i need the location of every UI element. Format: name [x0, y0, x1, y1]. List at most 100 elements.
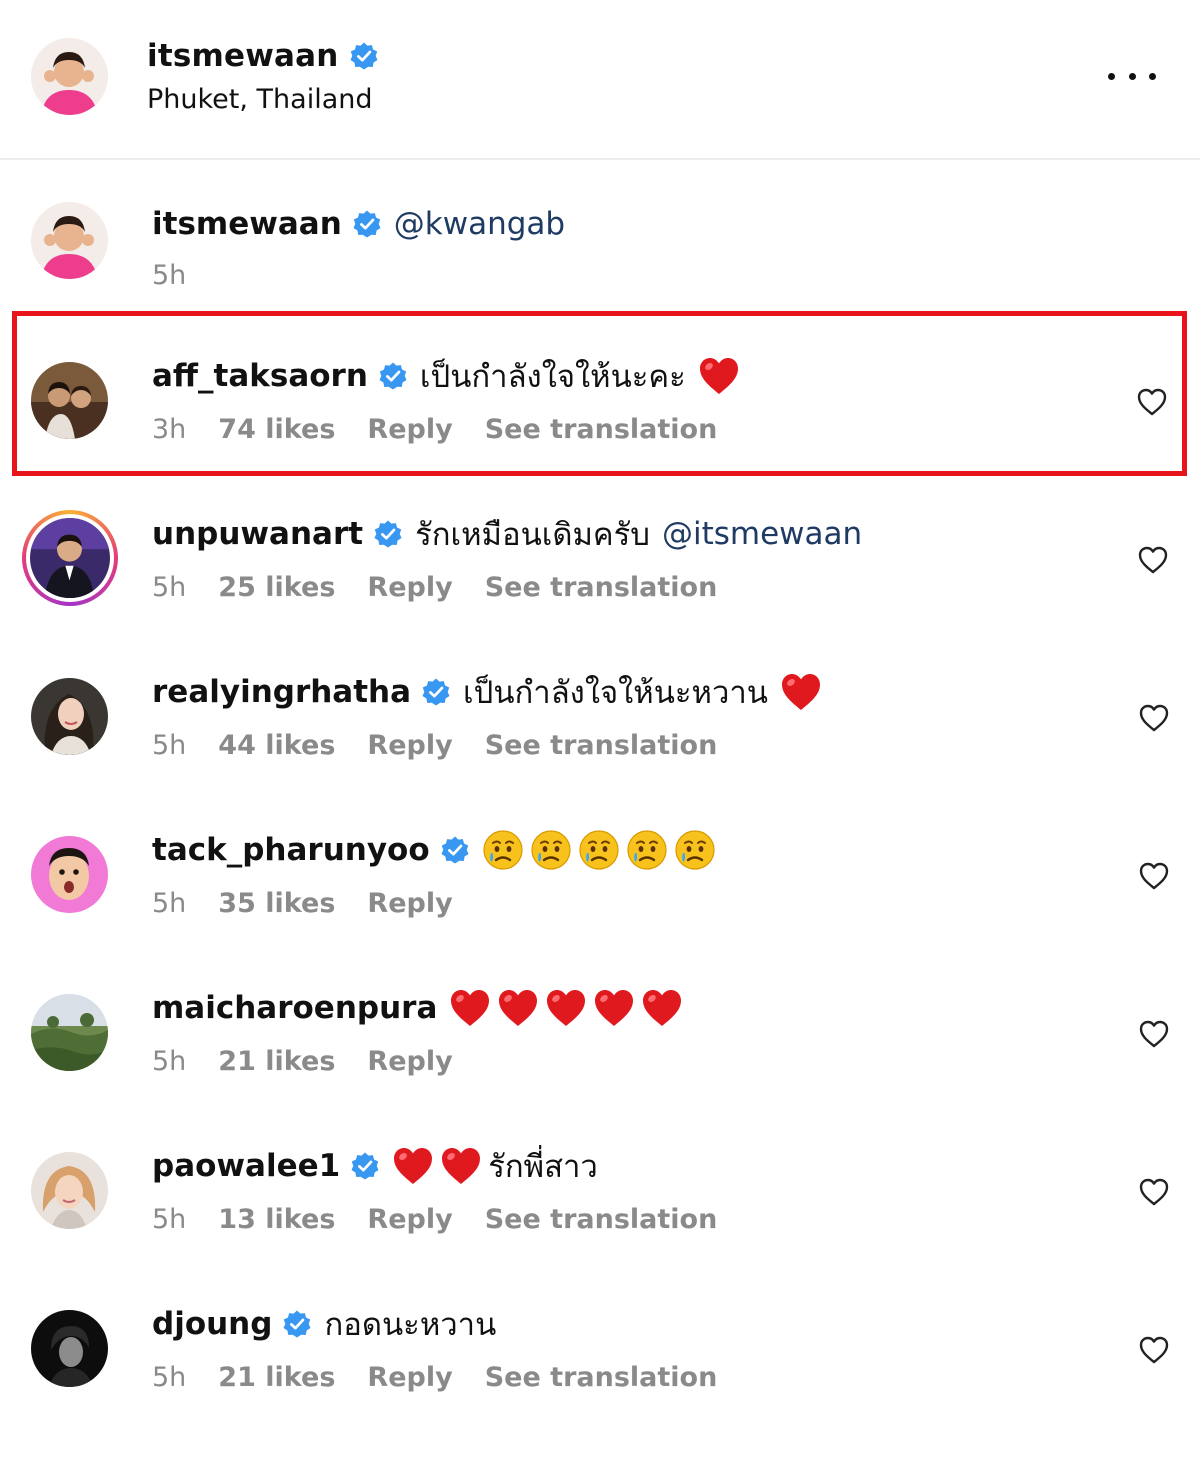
comment-body: เป็นกำลังใจให้นะคะ	[419, 359, 686, 395]
comment-item: djoung กอดนะหวาน 5h 21 likes Reply See t…	[0, 1266, 1200, 1424]
post-header: itsmewaan Phuket, Thailand	[0, 0, 1200, 160]
comment-time: 5h	[152, 730, 187, 761]
reply-button[interactable]: Reply	[367, 1046, 452, 1077]
comment-mention[interactable]: @kwangab	[394, 206, 565, 242]
comment-likes[interactable]: 21 likes	[218, 1362, 335, 1393]
comment-likes[interactable]: 44 likes	[218, 730, 335, 761]
avatar[interactable]	[31, 994, 108, 1071]
comment-time: 5h	[152, 1046, 187, 1077]
reply-button[interactable]: Reply	[367, 1204, 452, 1235]
see-translation-button[interactable]: See translation	[485, 414, 718, 445]
avatar[interactable]	[31, 1310, 108, 1387]
comment-meta: 5h 44 likes Reply See translation	[152, 730, 717, 761]
reply-button[interactable]: Reply	[367, 730, 452, 761]
see-translation-button[interactable]: See translation	[485, 1362, 718, 1393]
comment-meta: 3h 74 likes Reply See translation	[152, 414, 717, 445]
comment-username[interactable]: tack_pharunyoo	[152, 832, 430, 868]
comment-item: aff_taksaorn เป็นกำลังใจให้นะคะ 3h 74 li…	[0, 318, 1200, 476]
heart-outline-icon[interactable]	[1138, 702, 1170, 734]
comment-username[interactable]: realyingrhatha	[152, 674, 411, 710]
heart-outline-icon[interactable]	[1138, 1334, 1170, 1366]
red-heart-icon	[780, 671, 822, 713]
avatar[interactable]	[31, 1152, 108, 1229]
verified-icon	[349, 41, 379, 71]
comment-meta: 5h 25 likes Reply See translation	[152, 572, 717, 603]
comment-text-row: djoung กอดนะหวาน	[152, 1302, 496, 1346]
dot-icon	[1108, 72, 1115, 80]
comment-likes[interactable]: 25 likes	[218, 572, 335, 603]
red-heart-icon	[449, 987, 491, 1029]
post-location[interactable]: Phuket, Thailand	[147, 84, 373, 115]
reply-button[interactable]: Reply	[367, 888, 452, 919]
comment-meta: 5h 21 likes Reply	[152, 1046, 485, 1077]
comment-likes[interactable]: 13 likes	[218, 1204, 335, 1235]
comment-text-row: paowalee1 รักพี่สาว	[152, 1144, 598, 1188]
comment-body: รักพี่สาว	[488, 1149, 598, 1185]
comment-username[interactable]: itsmewaan	[152, 206, 342, 242]
red-heart-icon	[698, 355, 740, 397]
avatar[interactable]	[31, 202, 108, 279]
post-username-row: itsmewaan	[147, 36, 379, 76]
reply-button[interactable]: Reply	[367, 414, 452, 445]
comment-likes[interactable]: 35 likes	[218, 888, 335, 919]
comment-text-row: unpuwanart รักเหมือนเดิมครับ @itsmewaan	[152, 512, 862, 556]
reply-button[interactable]: Reply	[367, 1362, 452, 1393]
comment-emoji-row	[392, 1145, 488, 1187]
avatar[interactable]	[31, 836, 108, 913]
reply-button[interactable]: Reply	[367, 572, 452, 603]
comment-username[interactable]: paowalee1	[152, 1148, 340, 1184]
crying-face-icon	[578, 829, 620, 871]
crying-face-icon	[626, 829, 668, 871]
comment-likes[interactable]: 74 likes	[218, 414, 335, 445]
comment-time: 5h	[152, 888, 187, 919]
avatar[interactable]	[22, 510, 118, 606]
heart-outline-icon[interactable]	[1138, 860, 1170, 892]
dot-icon	[1128, 72, 1136, 80]
verified-icon	[282, 1309, 312, 1339]
heart-outline-icon[interactable]	[1137, 544, 1169, 576]
comment-time: 3h	[152, 414, 187, 445]
comment-item: tack_pharunyoo 5h 35 likes Reply	[0, 792, 1200, 950]
crying-face-icon	[530, 829, 572, 871]
comment-time: 5h	[152, 260, 187, 291]
comment-emoji-row	[780, 671, 828, 713]
crying-face-icon	[482, 829, 524, 871]
comment-username[interactable]: djoung	[152, 1306, 272, 1342]
avatar[interactable]	[31, 38, 108, 115]
comment-item: maicharoenpura 5h 21 likes Reply	[0, 950, 1200, 1108]
comment-item: unpuwanart รักเหมือนเดิมครับ @itsmewaan …	[0, 476, 1200, 634]
comment-item: realyingrhatha เป็นกำลังใจให้นะหวาน 5h 4…	[0, 634, 1200, 792]
comment-time: 5h	[152, 1362, 187, 1393]
heart-outline-icon[interactable]	[1138, 1018, 1170, 1050]
comment-text-row: aff_taksaorn เป็นกำลังใจให้นะคะ	[152, 354, 746, 398]
see-translation-button[interactable]: See translation	[485, 730, 718, 761]
see-translation-button[interactable]: See translation	[485, 1204, 718, 1235]
comment-time: 5h	[152, 572, 187, 603]
comment-likes[interactable]: 21 likes	[218, 1046, 335, 1077]
heart-outline-icon[interactable]	[1138, 1176, 1170, 1208]
comment-text-row: itsmewaan @kwangab	[152, 202, 565, 246]
verified-icon	[378, 361, 408, 391]
comment-username[interactable]: unpuwanart	[152, 516, 363, 552]
comment-meta: 5h	[152, 260, 218, 291]
red-heart-icon	[593, 987, 635, 1029]
red-heart-icon	[545, 987, 587, 1029]
comment-item: paowalee1 รักพี่สาว 5h 13 likes Reply Se…	[0, 1108, 1200, 1266]
avatar[interactable]	[31, 678, 108, 755]
avatar[interactable]	[31, 362, 108, 439]
verified-icon	[440, 835, 470, 865]
more-options-button[interactable]	[1108, 60, 1156, 92]
post-username[interactable]: itsmewaan	[147, 38, 339, 74]
verified-icon	[373, 519, 403, 549]
comment-meta: 5h 21 likes Reply See translation	[152, 1362, 717, 1393]
comment-body: กอดนะหวาน	[324, 1307, 497, 1343]
see-translation-button[interactable]: See translation	[485, 572, 718, 603]
comment-username[interactable]: maicharoenpura	[152, 990, 437, 1026]
comment-emoji-row	[449, 987, 689, 1029]
red-heart-icon	[641, 987, 683, 1029]
comment-username[interactable]: aff_taksaorn	[152, 358, 368, 394]
comment-body: เป็นกำลังใจให้นะหวาน	[463, 675, 768, 711]
comment-meta: 5h 35 likes Reply	[152, 888, 485, 919]
comment-mention[interactable]: @itsmewaan	[662, 516, 862, 552]
heart-outline-icon[interactable]	[1136, 386, 1168, 418]
